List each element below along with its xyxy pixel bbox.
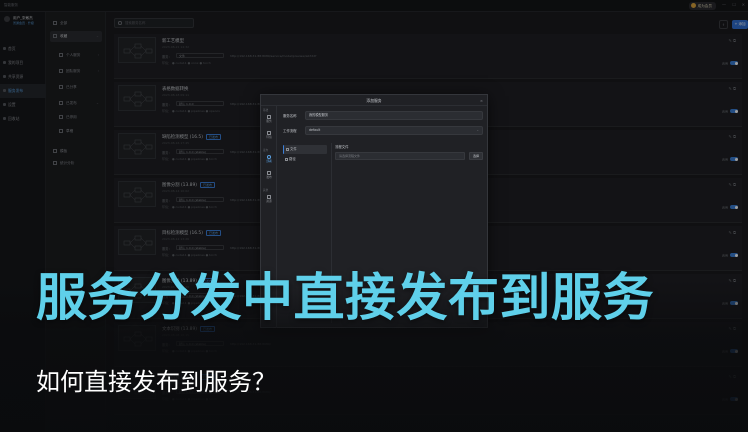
service-icon [267,115,271,119]
caption-subline: 如何直接发布到服务？ [36,368,276,396]
list-label: 路径 [289,157,296,161]
caption-headline: 服务分发中直接发布到服务 [36,269,655,328]
database-icon [267,195,271,199]
upload-icon [267,171,271,175]
tab-deploy[interactable]: 部署 [263,154,275,166]
service-name-label: 服务名称 [283,114,297,118]
group-label: 基础 [263,109,269,112]
group-label: 发布 [263,149,269,152]
service-name-field[interactable]: 我的模型服务 [305,111,483,120]
deploy-icon [267,155,271,159]
box-icon [267,131,271,135]
list-item[interactable]: 文件 [283,145,327,154]
tab-service[interactable]: 服务 [263,114,275,126]
workflow-value: default [309,128,321,132]
workflow-label: 工作流程 [283,129,297,133]
workflow-select[interactable]: default ⌄ [305,126,483,135]
list-item[interactable]: 路径 [283,155,327,164]
choose-file-button[interactable]: 选择 [469,152,483,160]
chevron-down-icon: ⌄ [476,128,479,132]
dialog-header: 添加服务 × [261,95,487,106]
tab-label: 发布 [266,175,272,179]
tab-label: 资源 [266,199,272,203]
tab-label: 服务 [266,119,272,123]
file-path-input[interactable]: 请选择流程文件 [335,152,465,160]
file-label: 流程文件 [335,145,349,149]
tab-label: 部署 [266,159,272,163]
list-label: 文件 [290,147,297,151]
group-label: 其他 [263,189,269,192]
folder-icon [285,158,288,161]
tab-resource[interactable]: 资源 [263,194,275,206]
file-icon [286,148,289,151]
tab-env[interactable]: 环境 [263,130,275,142]
tab-publish[interactable]: 发布 [263,170,275,182]
close-icon[interactable]: × [480,95,483,106]
dialog-title: 添加服务 [366,98,382,103]
tab-label: 环境 [266,135,272,139]
